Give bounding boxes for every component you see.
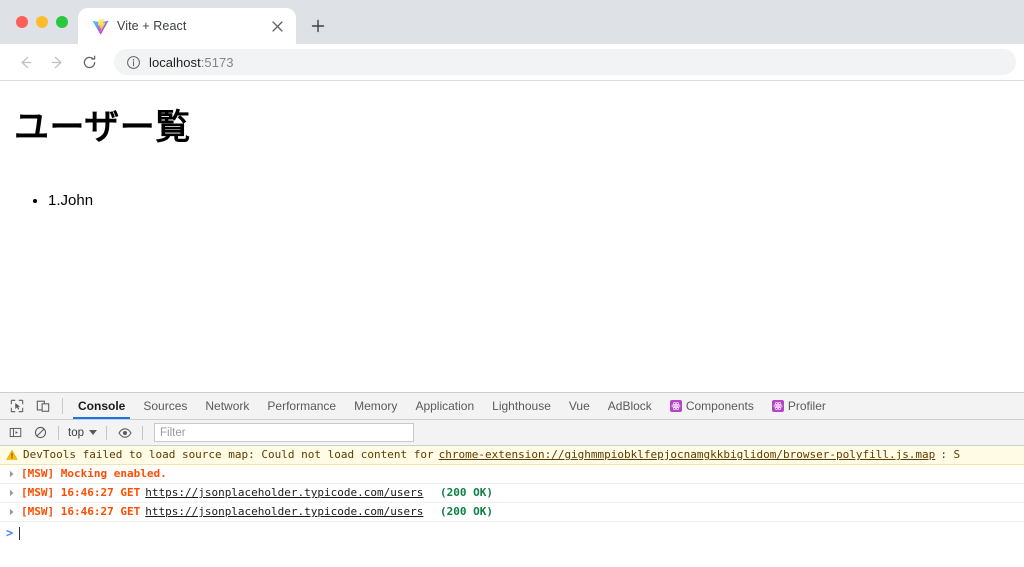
console-log-prefix: [MSW] 16:46:27 GET (21, 505, 141, 518)
warning-triangle-icon (6, 449, 18, 461)
toolbar-divider (142, 425, 143, 440)
react-extension-icon (669, 400, 682, 412)
address-bar-url: localhost:5173 (149, 55, 234, 70)
console-message-network-2[interactable]: [MSW] 16:46:27 GET https://jsonplacehold… (0, 503, 1024, 522)
browser-chrome: Vite + React localhost:5173 (0, 0, 1024, 81)
react-extension-icon (771, 400, 784, 412)
tab-components[interactable]: Components (661, 393, 763, 419)
devtools-tab-label: Vue (568, 399, 590, 413)
list-item: 1.John (48, 189, 1016, 213)
clear-console-icon[interactable] (28, 423, 53, 443)
url-port: :5173 (200, 54, 234, 70)
devtools-tab-label: Console (78, 399, 126, 413)
reload-arrow-icon[interactable] (74, 47, 104, 77)
close-window-button[interactable] (16, 16, 28, 28)
inspect-element-icon[interactable] (4, 393, 30, 419)
console-warning-suffix: : S (940, 448, 961, 461)
devtools-tab-label: Performance (267, 399, 337, 413)
console-warning-text: DevTools failed to load source map: Coul… (23, 448, 434, 461)
prompt-caret-icon: > (6, 526, 14, 540)
devtools-panel: Console Sources Network Performance Memo… (0, 392, 1024, 567)
tab-console[interactable]: Console (69, 393, 134, 419)
tab-title: Vite + React (117, 19, 187, 33)
tab-adblock[interactable]: AdBlock (599, 393, 661, 419)
devtools-tab-label: Components (685, 399, 754, 413)
toolbar-divider (58, 425, 59, 440)
chevron-down-icon (89, 430, 97, 435)
console-message-warning[interactable]: DevTools failed to load source map: Coul… (0, 446, 1024, 465)
devtools-tab-label: Network (205, 399, 250, 413)
close-tab-icon[interactable] (268, 17, 286, 35)
new-tab-button[interactable] (304, 12, 332, 40)
console-toolbar: top Filter (0, 420, 1024, 446)
info-circle-icon[interactable] (126, 55, 141, 70)
device-toolbar-icon[interactable] (30, 393, 56, 419)
tab-network[interactable]: Network (196, 393, 258, 419)
window-traffic-lights (12, 0, 78, 44)
tab-memory[interactable]: Memory (345, 393, 406, 419)
live-expression-eye-icon[interactable] (112, 423, 137, 443)
vite-logo-icon (92, 18, 109, 35)
console-prompt[interactable]: > (0, 522, 1024, 544)
back-arrow-icon[interactable] (10, 47, 40, 77)
toolbar-divider (62, 398, 63, 414)
response-status: (200 OK) (440, 505, 493, 518)
tab-sources[interactable]: Sources (134, 393, 196, 419)
browser-toolbar: localhost:5173 (0, 44, 1024, 81)
console-log-prefix: [MSW] 16:46:27 GET (21, 486, 141, 499)
minimize-window-button[interactable] (36, 16, 48, 28)
devtools-tab-label: Profiler (787, 399, 826, 413)
tab-vue[interactable]: Vue (560, 393, 599, 419)
console-log-text: [MSW] Mocking enabled. (21, 467, 167, 480)
tab-application[interactable]: Application (406, 393, 483, 419)
maximize-window-button[interactable] (56, 16, 68, 28)
filter-placeholder: Filter (160, 426, 186, 439)
devtools-tab-label: Sources (143, 399, 188, 413)
expand-arrow-icon[interactable] (6, 508, 16, 516)
url-host: localhost (149, 54, 201, 70)
text-cursor (19, 526, 21, 540)
console-filter-input[interactable]: Filter (154, 423, 414, 442)
console-message-msw-enabled[interactable]: [MSW] Mocking enabled. (0, 465, 1024, 484)
address-bar[interactable]: localhost:5173 (114, 49, 1016, 75)
devtools-tab-label: Application (415, 399, 475, 413)
tab-profiler[interactable]: Profiler (763, 393, 835, 419)
console-message-network-1[interactable]: [MSW] 16:46:27 GET https://jsonplacehold… (0, 484, 1024, 503)
tab-lighthouse[interactable]: Lighthouse (483, 393, 560, 419)
tab-performance[interactable]: Performance (258, 393, 345, 419)
console-message-list: DevTools failed to load source map: Coul… (0, 446, 1024, 567)
tab-strip: Vite + React (0, 0, 1024, 44)
request-url-link[interactable]: https://jsonplaceholder.typicode.com/use… (145, 486, 423, 500)
console-sidebar-icon[interactable] (3, 423, 28, 443)
devtools-tab-label: Lighthouse (492, 399, 551, 413)
devtools-tab-bar: Console Sources Network Performance Memo… (0, 393, 1024, 420)
browser-tab-vite-react[interactable]: Vite + React (78, 8, 296, 44)
request-url-link[interactable]: https://jsonplaceholder.typicode.com/use… (145, 505, 423, 519)
toolbar-divider (106, 425, 107, 440)
devtools-tab-label: AdBlock (607, 399, 652, 413)
expand-arrow-icon[interactable] (6, 489, 16, 497)
devtools-tab-label: Memory (354, 399, 398, 413)
expand-arrow-icon[interactable] (6, 470, 16, 478)
user-list: 1.John (8, 189, 1016, 213)
response-status: (200 OK) (440, 486, 493, 499)
forward-arrow-icon[interactable] (42, 47, 72, 77)
source-map-link[interactable]: chrome-extension://gighmmpiobklfepjocnam… (439, 448, 936, 462)
execution-context-label: top (68, 426, 84, 439)
page-viewport: ユーザー覧 1.John (0, 81, 1024, 392)
browser-window: Vite + React localhost:5173 ユーザー覧 • 1.Jo… (0, 0, 1024, 567)
execution-context-dropdown[interactable]: top (64, 424, 101, 442)
page-title: ユーザー覧 (14, 108, 191, 147)
